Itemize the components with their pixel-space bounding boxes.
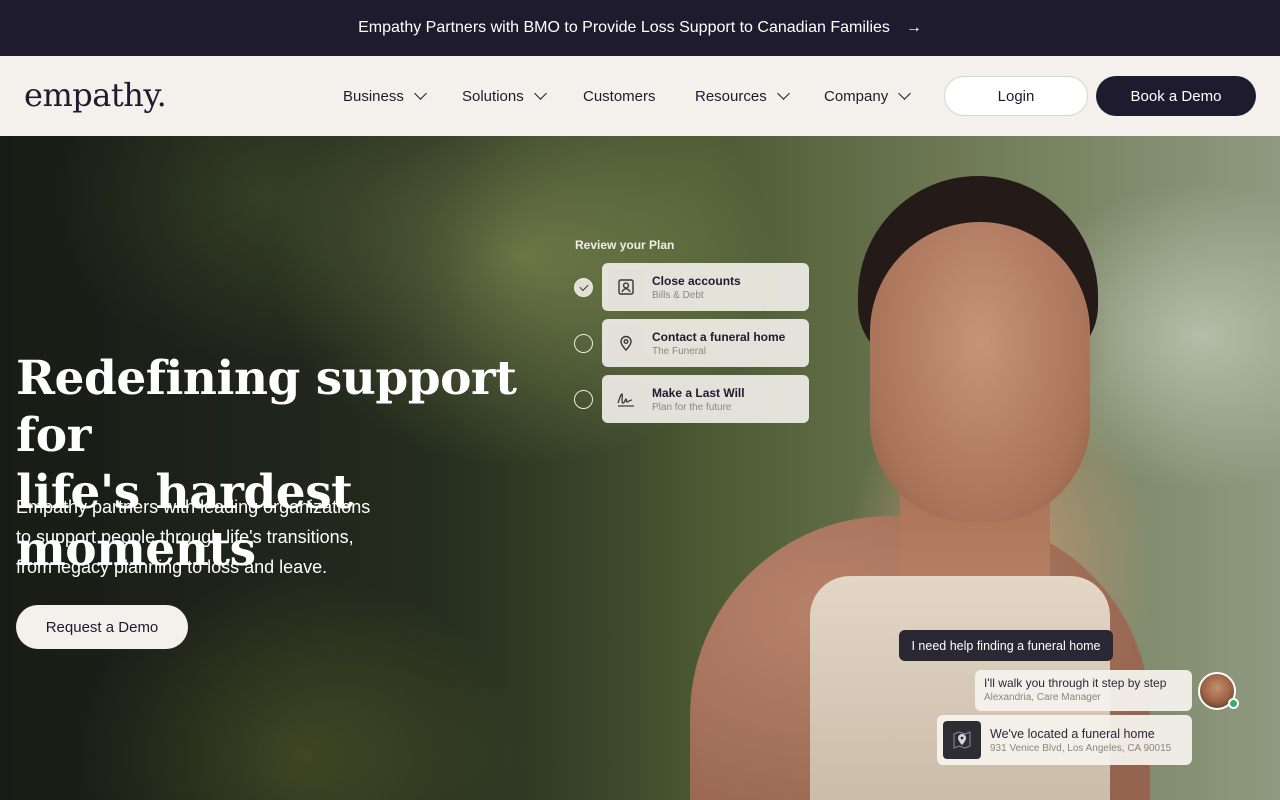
chat-location-address: 931 Venice Blvd, Los Angeles, CA 90015: [990, 742, 1172, 754]
plan-item: Make a Last Will Plan for the future: [574, 375, 809, 423]
plan-card: Close accounts Bills & Debt: [602, 263, 809, 311]
announcement-text: Empathy Partners with BMO to Provide Los…: [358, 19, 890, 36]
hero-photo-face: [870, 222, 1090, 522]
signature-icon: [608, 381, 644, 417]
nav-item-customers[interactable]: Customers: [583, 88, 656, 105]
plan-item-subtitle: Plan for the future: [652, 401, 732, 413]
chat-location-card: We've located a funeral home 931 Venice …: [937, 715, 1192, 765]
hero-subtitle-line-3: from legacy planning to loss and leave.: [16, 557, 328, 577]
announcement-bar[interactable]: Empathy Partners with BMO to Provide Los…: [0, 0, 1280, 56]
chevron-down-icon: [414, 87, 427, 100]
chevron-down-icon: [898, 87, 912, 100]
main-nav: empathy. Business Solutions Customers Re…: [0, 56, 1280, 136]
location-pin-icon: [608, 325, 644, 361]
empty-circle-icon: [574, 389, 593, 409]
nav-item-label: Solutions: [462, 87, 524, 105]
chat-agent-author: Alexandria, Care Manager: [984, 692, 1101, 703]
plan-item-title: Contact a funeral home: [652, 329, 786, 344]
logo[interactable]: empathy.: [24, 76, 167, 114]
arrow-right-icon: →: [905, 19, 922, 36]
chevron-down-icon: [776, 87, 790, 100]
nav-item-label: Customers: [583, 87, 656, 105]
login-button[interactable]: Login: [944, 76, 1088, 116]
nav-item-resources[interactable]: Resources: [695, 87, 790, 105]
plan-item-subtitle: The Funeral: [652, 345, 706, 357]
nav-item-solutions[interactable]: Solutions: [462, 87, 547, 105]
chat-location-title: We've located a funeral home: [990, 726, 1155, 741]
chat-agent-message: I'll walk you through it step by step Al…: [975, 670, 1192, 711]
account-icon: [608, 269, 644, 305]
plan-item-subtitle: Bills & Debt: [652, 289, 704, 301]
nav-item-company[interactable]: Company: [824, 87, 912, 105]
map-icon: [943, 721, 981, 759]
plan-label: Review your Plan: [575, 238, 675, 252]
nav-item-business[interactable]: Business: [343, 87, 427, 105]
check-circle-icon: [574, 277, 593, 297]
online-status-icon: [1228, 698, 1239, 709]
hero-subtitle: Empathy partners with leading organizati…: [16, 492, 416, 582]
nav-item-label: Resources: [695, 87, 767, 105]
chevron-down-icon: [533, 87, 547, 100]
chat-agent-text: I'll walk you through it step by step: [984, 676, 1167, 690]
plan-item: Close accounts Bills & Debt: [574, 263, 809, 311]
plan-item-title: Make a Last Will: [652, 385, 745, 400]
empty-circle-icon: [574, 333, 593, 353]
plan-item-title: Close accounts: [652, 273, 741, 288]
hero-subtitle-line-1: Empathy partners with leading organizati…: [16, 497, 371, 517]
hero-section: Redefining support for life's hardest mo…: [0, 136, 1280, 800]
plan-card: Contact a funeral home The Funeral: [602, 319, 809, 367]
plan-item: Contact a funeral home The Funeral: [574, 319, 809, 367]
nav-item-label: Business: [343, 87, 404, 105]
hero-subtitle-line-2: to support people through life's transit…: [16, 527, 354, 547]
book-demo-button[interactable]: Book a Demo: [1096, 76, 1256, 116]
hero-title-line-1: Redefining support for: [16, 351, 517, 463]
chat-user-message: I need help finding a funeral home: [899, 630, 1113, 661]
request-demo-button[interactable]: Request a Demo: [16, 605, 188, 649]
nav-item-label: Company: [824, 87, 889, 105]
plan-card: Make a Last Will Plan for the future: [602, 375, 809, 423]
